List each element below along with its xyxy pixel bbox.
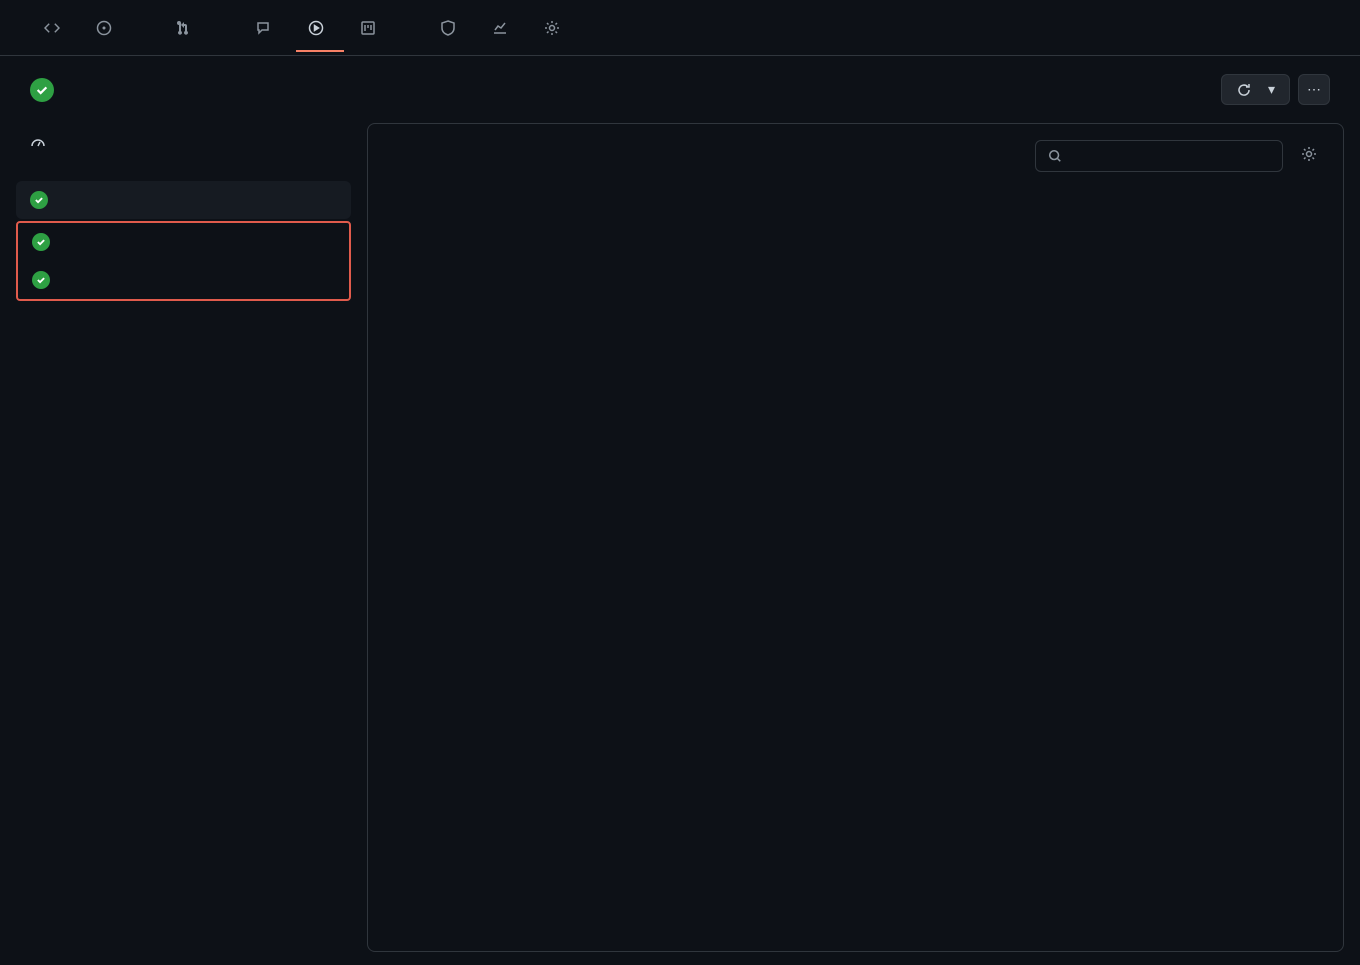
job-item-split-engine[interactable] — [18, 261, 349, 299]
status-success-icon — [32, 233, 50, 251]
tab-discussions[interactable] — [244, 6, 292, 52]
pull-request-icon — [176, 20, 192, 36]
workflow-header: ▾ ⋯ — [0, 56, 1360, 105]
panel-header — [368, 124, 1343, 186]
tab-issues[interactable] — [84, 6, 160, 52]
highlighted-jobs — [16, 221, 351, 301]
job-item-split-component-model[interactable] — [18, 223, 349, 261]
job-item-provide-data[interactable] — [16, 181, 351, 219]
issue-icon — [96, 20, 112, 36]
code-icon — [44, 20, 60, 36]
tab-insights[interactable] — [480, 6, 528, 52]
gear-icon — [544, 20, 560, 36]
play-icon — [308, 20, 324, 36]
tab-settings[interactable] — [532, 6, 580, 52]
project-icon — [360, 20, 376, 36]
graph-icon — [492, 20, 508, 36]
tab-code[interactable] — [32, 6, 80, 52]
tab-security[interactable] — [428, 6, 476, 52]
discussion-icon — [256, 20, 272, 36]
log-panel — [367, 123, 1344, 952]
summary-link[interactable] — [16, 123, 351, 159]
status-success-icon — [32, 271, 50, 289]
sync-icon — [1236, 82, 1252, 98]
status-success-icon — [30, 191, 48, 209]
repo-tabs — [0, 0, 1360, 56]
tab-actions[interactable] — [296, 6, 344, 52]
steps-list — [368, 186, 1343, 951]
sidebar — [16, 123, 351, 952]
tab-projects[interactable] — [348, 6, 424, 52]
jobs-heading — [16, 159, 351, 181]
shield-icon — [440, 20, 456, 36]
tab-pull-requests[interactable] — [164, 6, 240, 52]
status-success-icon — [30, 78, 54, 102]
search-logs[interactable] — [1035, 140, 1283, 172]
rerun-jobs-button[interactable]: ▾ — [1221, 74, 1290, 105]
kebab-menu-button[interactable]: ⋯ — [1298, 74, 1330, 105]
log-settings-button[interactable] — [1295, 140, 1323, 168]
search-icon — [1048, 149, 1062, 163]
kebab-icon: ⋯ — [1307, 81, 1321, 98]
meter-icon — [30, 133, 46, 149]
chevron-down-icon: ▾ — [1268, 81, 1275, 98]
search-input[interactable] — [1070, 147, 1270, 165]
